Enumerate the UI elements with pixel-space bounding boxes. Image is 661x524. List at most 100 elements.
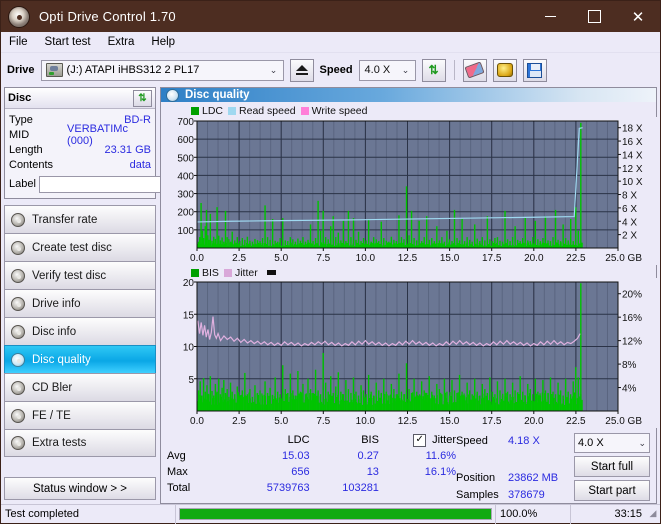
sidebar-item-transfer-rate[interactable]: Transfer rate (4, 205, 156, 233)
save-button[interactable] (523, 59, 547, 82)
refresh-drive-button[interactable]: ⇅ (422, 59, 446, 82)
disc-info-box: Disc ⇅ Type BD-R MID VERBATIMc (000) Len… (4, 87, 156, 199)
sidebar-item-disc-quality[interactable]: Disc quality (4, 345, 156, 373)
svg-text:16%: 16% (622, 313, 642, 324)
svg-text:10.0: 10.0 (356, 416, 376, 427)
cell-ldc: 656 (227, 466, 310, 478)
legend-label: Write speed (312, 105, 368, 117)
elapsed-time: 33:15 (571, 505, 646, 524)
erase-button[interactable] (463, 59, 487, 82)
svg-text:12.5: 12.5 (398, 253, 418, 264)
sidebar-nav: Transfer rate Create test disc Verify te… (4, 205, 156, 457)
progress-track (179, 508, 492, 520)
sidebar-item-extra-tests[interactable]: Extra tests (4, 429, 156, 457)
disc-quality-icon (166, 89, 179, 102)
svg-text:300: 300 (177, 190, 194, 201)
drive-select[interactable]: (J:) ATAPI iHBS312 2 PL17 ⌄ (41, 60, 284, 81)
svg-text:2 X: 2 X (622, 231, 637, 242)
legend-label: Read speed (239, 105, 296, 117)
readout-speed: Speed 4.18 X (456, 432, 574, 449)
table-row: Max 656 13 16.1% (167, 464, 456, 480)
svg-text:20.0: 20.0 (524, 253, 544, 264)
chevron-down-icon: ⌄ (638, 438, 646, 449)
menu-bar: File Start test Extra Help (1, 32, 660, 53)
disc-row-value: 23.31 GB (105, 144, 151, 156)
left-panel: Disc ⇅ Type BD-R MID VERBATIMc (000) Len… (4, 87, 156, 504)
chart-bis-legend: BIS Jitter (161, 265, 656, 278)
menu-item-file[interactable]: File (9, 36, 28, 48)
svg-text:25.0 GB: 25.0 GB (605, 253, 642, 264)
svg-text:10: 10 (183, 343, 195, 354)
svg-text:700: 700 (177, 117, 194, 128)
sidebar-item-label: Disc quality (32, 354, 91, 366)
sidebar-item-label: Disc info (32, 326, 76, 338)
test-speed-select[interactable]: 4.0 X ⌄ (574, 433, 650, 453)
minimize-button[interactable] (528, 1, 572, 32)
chart-ldc-legend: LDC Read speed Write speed (161, 104, 656, 117)
disc-label-row: Label (9, 175, 151, 193)
svg-text:8%: 8% (622, 360, 637, 371)
sidebar-item-label: Verify test disc (32, 270, 106, 282)
svg-text:15.0: 15.0 (440, 416, 460, 427)
speed-select[interactable]: 4.0 X ⌄ (359, 60, 416, 81)
start-full-button[interactable]: Start full (574, 456, 650, 477)
column-header-bis: BIS (310, 434, 379, 446)
maximize-button[interactable] (572, 1, 616, 32)
svg-text:10 X: 10 X (622, 177, 643, 188)
svg-text:18 X: 18 X (622, 124, 643, 135)
refresh-disc-button[interactable]: ⇅ (133, 90, 152, 107)
svg-text:5: 5 (188, 375, 194, 386)
chart-ldc[interactable]: 700 600 500 400 300 200 100 18 X 16 X 14 X 12 X 10 … (161, 117, 656, 265)
column-header-jitter: ✓ Jitter (379, 434, 456, 447)
chart-bis[interactable]: 20 15 10 5 20% 16% 12% 8% 4% 0.0 2.5 5.0 7.5 10.0 12.5… (161, 278, 656, 428)
floppy-save-icon (527, 63, 542, 78)
sidebar-item-fe-te[interactable]: FE / TE (4, 401, 156, 429)
jitter-checkbox[interactable]: ✓ (413, 434, 426, 447)
menu-item-extra[interactable]: Extra (108, 36, 135, 48)
svg-text:16 X: 16 X (622, 137, 643, 148)
test-speed-value: 4.0 X (578, 437, 604, 449)
close-button[interactable]: ✕ (616, 1, 660, 32)
disc-row-label: Contents (9, 159, 71, 171)
drive-toolbar: Drive (J:) ATAPI iHBS312 2 PL17 ⌄ Speed … (1, 53, 660, 87)
speed-select-value: 4.0 X (362, 64, 391, 76)
toolbar-divider (454, 60, 455, 80)
row-label: Total (167, 482, 227, 494)
status-window-button[interactable]: Status window > > (4, 477, 156, 500)
sidebar-item-verify-test-disc[interactable]: Verify test disc (4, 261, 156, 289)
disc-row-label: Length (9, 144, 71, 156)
title-bar: Opti Drive Control 1.70 ✕ (1, 1, 660, 32)
tools-button[interactable] (493, 59, 517, 82)
svg-text:22.5: 22.5 (566, 416, 586, 427)
start-part-button[interactable]: Start part (574, 480, 650, 501)
eject-button[interactable] (290, 59, 314, 82)
legend-entry-bis: BIS (191, 267, 219, 279)
sidebar-item-cd-bler[interactable]: CD Bler (4, 373, 156, 401)
menu-item-start-test[interactable]: Start test (45, 36, 91, 48)
cell-ldc: 5739763 (227, 482, 310, 494)
disc-icon (11, 325, 25, 339)
sidebar-item-drive-info[interactable]: Drive info (4, 289, 156, 317)
panel-header: Disc quality (161, 88, 656, 102)
legend-entry-jitter: Jitter (224, 267, 258, 279)
svg-text:2.5: 2.5 (232, 416, 246, 427)
menu-item-help[interactable]: Help (151, 36, 175, 48)
sidebar-item-create-test-disc[interactable]: Create test disc (4, 233, 156, 261)
readout-value: 4.18 X (508, 435, 540, 447)
drive-select-value: (J:) ATAPI iHBS312 2 PL17 (67, 64, 200, 76)
svg-text:22.5: 22.5 (566, 253, 586, 264)
legend-entry-ldc: LDC (191, 105, 223, 117)
panel-title: Disc quality (185, 89, 250, 101)
resize-grip[interactable]: ◢ (646, 508, 660, 521)
svg-text:10.0: 10.0 (356, 253, 376, 264)
drive-label: Drive (7, 64, 35, 76)
sidebar-item-label: Create test disc (32, 242, 112, 254)
cell-bis: 13 (310, 466, 379, 478)
svg-text:15: 15 (183, 310, 195, 321)
sidebar-item-disc-info[interactable]: Disc info (4, 317, 156, 345)
table-header-row: LDC BIS ✓ Jitter (167, 432, 456, 448)
legend-swatch (224, 269, 232, 277)
svg-text:0.0: 0.0 (190, 253, 204, 264)
row-label: Avg (167, 450, 227, 462)
svg-text:12.5: 12.5 (398, 416, 418, 427)
